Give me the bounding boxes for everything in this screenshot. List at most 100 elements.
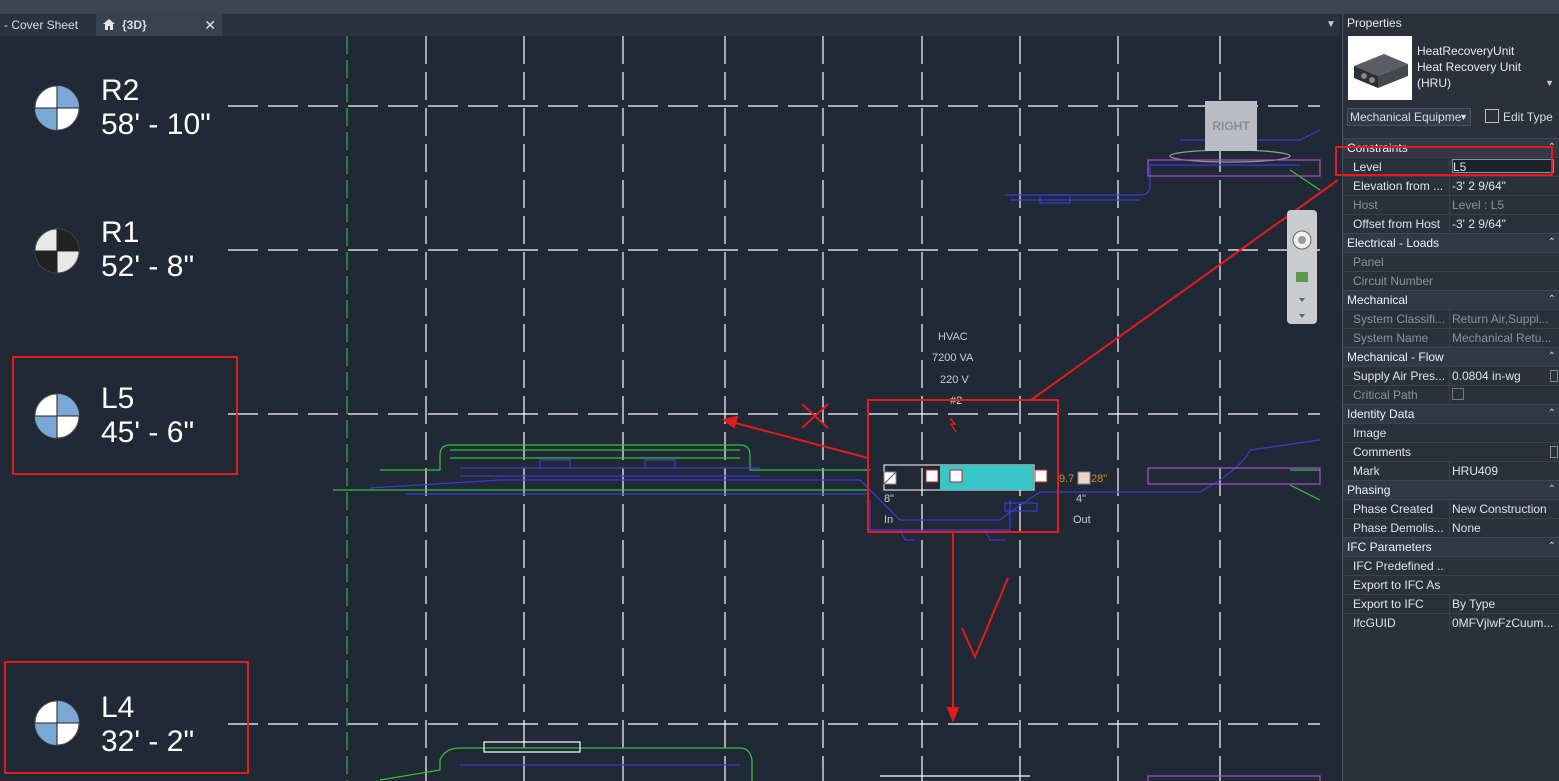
- property-name: Export to IFC As: [1353, 578, 1441, 592]
- group-title: Phasing: [1347, 483, 1391, 497]
- property-checkbox[interactable]: [1449, 386, 1559, 404]
- property-value[interactable]: HRU409: [1449, 462, 1559, 480]
- ductwork-lower: [379, 741, 1321, 781]
- group-title: Identity Data: [1347, 407, 1415, 421]
- property-row[interactable]: Export to IFC By Type: [1343, 594, 1559, 613]
- edit-value-icon[interactable]: [1550, 370, 1558, 382]
- title-bar: [0, 0, 1559, 14]
- type-name-line2: (HRU): [1417, 76, 1451, 90]
- instance-filter-dropdown[interactable]: Mechanical Equipme ▼: [1347, 108, 1471, 126]
- property-row[interactable]: Mark HRU409: [1343, 461, 1559, 480]
- property-row[interactable]: Circuit Number: [1343, 271, 1559, 290]
- property-name: IFC Predefined ...: [1353, 559, 1445, 573]
- group-ifc-parameters[interactable]: IFC Parameters ⌃: [1343, 537, 1559, 556]
- property-row[interactable]: System Name Mechanical Retu...: [1343, 328, 1559, 347]
- type-preview-image: [1348, 36, 1412, 100]
- property-value[interactable]: By Type: [1449, 595, 1559, 613]
- property-name: Elevation from ...: [1353, 179, 1444, 193]
- 3d-viewport[interactable]: R2 58' - 10" R1 52' - 8" L5 45' - 6" L4 …: [0, 36, 1340, 781]
- property-row[interactable]: IfcGUID 0MFVjlwFzCuum...: [1343, 613, 1559, 632]
- property-name: Host: [1353, 198, 1378, 212]
- property-value[interactable]: None: [1449, 519, 1559, 537]
- property-name: Panel: [1353, 255, 1384, 269]
- property-row[interactable]: Critical Path: [1343, 385, 1559, 404]
- filter-label: Mechanical Equipme: [1350, 110, 1462, 124]
- property-row[interactable]: System Classifi... Return Air,Suppl...: [1343, 309, 1559, 328]
- property-row[interactable]: Elevation from ... -3' 2 9/64": [1343, 176, 1559, 195]
- type-dropdown-icon[interactable]: ▼: [1545, 78, 1554, 88]
- property-row[interactable]: IFC Predefined ...: [1343, 556, 1559, 575]
- property-row[interactable]: Host Level : L5: [1343, 195, 1559, 214]
- highlight-level-field-box: [1335, 146, 1553, 176]
- collapse-icon[interactable]: ⌃: [1548, 291, 1556, 309]
- home-icon: [103, 19, 115, 30]
- tab-menu-icon[interactable]: ▼: [1322, 14, 1340, 36]
- collapse-icon[interactable]: ⌃: [1548, 234, 1556, 252]
- property-row[interactable]: Supply Air Pres... 0.0804 in-wg: [1343, 366, 1559, 385]
- collapse-icon[interactable]: ⌃: [1548, 481, 1556, 499]
- property-name: Export to IFC: [1353, 597, 1424, 611]
- duct-length-label: 28": [1091, 473, 1108, 485]
- property-row[interactable]: Comments: [1343, 442, 1559, 461]
- checkbox-icon[interactable]: [1452, 388, 1464, 400]
- duct-value-label: 9.7: [1059, 473, 1075, 485]
- collapse-icon[interactable]: ⌃: [1548, 405, 1556, 423]
- chevron-down-icon: ▼: [1459, 112, 1468, 122]
- edit-type-icon: [1485, 109, 1499, 123]
- property-name: Supply Air Pres...: [1353, 369, 1445, 383]
- edit-type-button[interactable]: Edit Type: [1485, 108, 1553, 126]
- property-name: Mark: [1353, 464, 1380, 478]
- group-title: IFC Parameters: [1347, 540, 1432, 554]
- hvac-tag-voltage: 220 V: [940, 374, 969, 386]
- group-title: Mechanical - Flow: [1347, 350, 1444, 364]
- collapse-icon[interactable]: ⌃: [1548, 538, 1556, 556]
- group-mechanical-flow[interactable]: Mechanical - Flow ⌃: [1343, 347, 1559, 366]
- level-elevation-r1[interactable]: 52' - 8": [101, 251, 194, 283]
- close-icon[interactable]: ✕: [204, 14, 216, 36]
- property-value[interactable]: -3' 2 9/64": [1449, 215, 1559, 233]
- view-cube[interactable]: RIGHT: [1205, 101, 1257, 151]
- property-row[interactable]: Offset from Host -3' 2 9/64": [1343, 214, 1559, 233]
- property-row[interactable]: Phase Demolis... None: [1343, 518, 1559, 537]
- outlet-size-label: 4": [1076, 493, 1087, 505]
- edit-type-label: Edit Type: [1503, 110, 1553, 124]
- property-value[interactable]: -3' 2 9/64": [1449, 177, 1559, 195]
- highlight-l4-box: [4, 661, 249, 774]
- level-name-r2[interactable]: R2: [101, 75, 139, 107]
- properties-title: Properties: [1343, 14, 1559, 32]
- tab-cover-sheet[interactable]: - Cover Sheet: [0, 14, 94, 36]
- properties-panel: Properties HeatRecoveryUnit Heat Recover…: [1335, 14, 1559, 781]
- property-row[interactable]: Image: [1343, 423, 1559, 442]
- property-name: IfcGUID: [1353, 616, 1396, 630]
- group-electrical-loads[interactable]: Electrical - Loads ⌃: [1343, 233, 1559, 252]
- property-row[interactable]: Export to IFC As: [1343, 575, 1559, 594]
- edit-value-icon[interactable]: [1550, 446, 1558, 458]
- hvac-tag-label: HVAC: [938, 331, 968, 343]
- group-title: Electrical - Loads: [1347, 236, 1440, 250]
- property-value[interactable]: 0MFVjlwFzCuum...: [1449, 614, 1559, 632]
- type-selector[interactable]: HeatRecoveryUnit Heat Recovery Unit (HRU…: [1343, 32, 1559, 104]
- property-value[interactable]: Level : L5: [1449, 196, 1559, 214]
- level-elevation-r2[interactable]: 58' - 10": [101, 109, 211, 141]
- group-mechanical[interactable]: Mechanical ⌃: [1343, 290, 1559, 309]
- property-value[interactable]: 0.0804 in-wg: [1449, 367, 1559, 385]
- property-row[interactable]: Phase Created New Construction: [1343, 499, 1559, 518]
- type-name-line1: Heat Recovery Unit: [1417, 60, 1522, 74]
- group-identity-data[interactable]: Identity Data ⌃: [1343, 404, 1559, 423]
- property-value[interactable]: Return Air,Suppl...: [1449, 310, 1559, 328]
- property-value[interactable]: Mechanical Retu...: [1449, 329, 1559, 347]
- property-row[interactable]: Panel: [1343, 252, 1559, 271]
- property-name: System Classifi...: [1353, 312, 1445, 326]
- group-phasing[interactable]: Phasing ⌃: [1343, 480, 1559, 499]
- ductwork-upper: [1005, 129, 1321, 204]
- property-name: Circuit Number: [1353, 274, 1434, 288]
- property-name: Image: [1353, 426, 1387, 440]
- collapse-icon[interactable]: ⌃: [1548, 348, 1556, 366]
- tab-3d-label: {3D}: [122, 18, 147, 32]
- level-name-r1[interactable]: R1: [101, 217, 139, 249]
- highlight-l5-box: [12, 356, 238, 475]
- tab-3d-view[interactable]: {3D} ✕: [96, 14, 222, 36]
- property-name: Offset from Host: [1353, 217, 1441, 231]
- property-value[interactable]: New Construction: [1449, 500, 1559, 518]
- navigation-bar[interactable]: [1287, 210, 1317, 324]
